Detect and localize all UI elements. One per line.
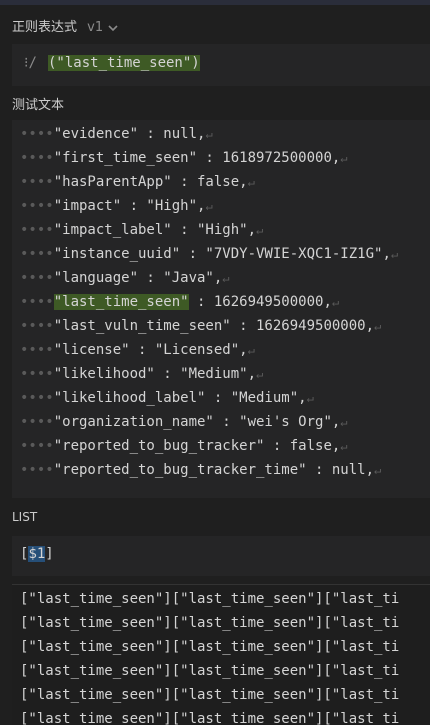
- test-section-header: 测试文本: [12, 94, 64, 113]
- line-text: "impact" : "High",: [53, 198, 206, 214]
- return-mark: ↵: [247, 175, 255, 189]
- return-mark: ↵: [306, 391, 314, 405]
- line-text: "evidence" : null,: [53, 126, 206, 142]
- return-mark: ↵: [222, 271, 230, 285]
- indent-dots: ••••: [20, 462, 54, 478]
- line-text: "reported_to_bug_tracker" : false,: [53, 438, 341, 454]
- return-mark: ↵: [340, 415, 348, 429]
- test-text-line: ••••"reported_to_bug_tracker" : false,↵: [20, 438, 348, 454]
- test-text-line: ••••"organization_name" : "wei's Org",↵: [20, 414, 348, 430]
- result-line: ["last_time_seen"]["last_time_seen"]["la…: [20, 615, 400, 631]
- test-text-line: ••••"impact_label" : "High",↵: [20, 222, 263, 238]
- return-mark: ↵: [374, 463, 382, 477]
- line-text: "last_vuln_time_seen" : 1626949500000,: [53, 318, 375, 334]
- indent-dots: ••••: [20, 438, 54, 454]
- top-border: [0, 0, 430, 5]
- list-section-title: LIST: [12, 510, 38, 524]
- match-highlight: "last_time_seen": [53, 294, 189, 310]
- test-text-editor[interactable]: ••••"evidence" : null,↵ ••••"first_time_s…: [12, 120, 430, 498]
- version-selector[interactable]: v1: [87, 20, 119, 35]
- list-results: ["last_time_seen"]["last_time_seen"]["la…: [12, 584, 430, 725]
- template-text: [$1]: [20, 546, 54, 562]
- test-text-line: ••••"hasParentApp" : false,↵: [20, 174, 255, 190]
- template-token: $1: [28, 546, 46, 562]
- list-template-input[interactable]: [$1]: [12, 536, 430, 576]
- result-line: ["last_time_seen"]["last_time_seen"]["la…: [20, 687, 400, 703]
- line-text: "organization_name" : "wei's Org",: [53, 414, 341, 430]
- indent-dots: ••••: [20, 174, 54, 190]
- indent-dots: ••••: [20, 318, 54, 334]
- version-label: v1: [87, 20, 104, 35]
- regex-input[interactable]: ⁝/ ("last_time_seen"): [12, 44, 430, 86]
- test-text-line: ••••"license" : "Licensed",↵: [20, 342, 255, 358]
- line-text: "first_time_seen" : 1618972500000,: [53, 150, 341, 166]
- test-text-line: ••••"impact" : "High",↵: [20, 198, 213, 214]
- line-rest: : 1626949500000,: [188, 294, 332, 310]
- line-text: "instance_uuid" : "7VDY-VWIE-XQC1-IZ1G",: [53, 246, 391, 262]
- test-text-line: ••••"language" : "Java",↵: [20, 270, 230, 286]
- indent-dots: ••••: [20, 246, 54, 262]
- return-mark: ↵: [205, 127, 213, 141]
- test-text-line: ••••"instance_uuid" : "7VDY-VWIE-XQC1-IZ…: [20, 246, 398, 262]
- chevron-down-icon: [108, 24, 118, 31]
- return-mark: ↵: [340, 151, 348, 165]
- indent-dots: ••••: [20, 366, 54, 382]
- regex-section-title: 正则表达式: [12, 20, 78, 35]
- return-mark: ↵: [256, 223, 264, 237]
- return-mark: ↵: [247, 343, 255, 357]
- test-text-line: ••••"likelihood" : "Medium",↵: [20, 366, 263, 382]
- indent-dots: ••••: [20, 294, 54, 310]
- test-text-line: ••••"first_time_seen" : 1618972500000,↵: [20, 150, 348, 166]
- template-close-bracket: ]: [45, 546, 54, 562]
- test-text-line: ••••"reported_to_bug_tracker_time" : nul…: [20, 462, 381, 478]
- test-section-title: 测试文本: [12, 98, 65, 113]
- indent-dots: ••••: [20, 150, 54, 166]
- indent-dots: ••••: [20, 342, 54, 358]
- result-line: ["last_time_seen"]["last_time_seen"]["la…: [20, 663, 400, 679]
- test-text-line: ••••"last_vuln_time_seen" : 162694950000…: [20, 318, 381, 334]
- return-mark: ↵: [374, 319, 382, 333]
- line-text: "language" : "Java",: [53, 270, 223, 286]
- regex-section-header: 正则表达式 v1: [12, 16, 119, 35]
- line-text: "likelihood" : "Medium",: [53, 366, 257, 382]
- line-text: "impact_label" : "High",: [53, 222, 257, 238]
- line-text: "likelihood_label" : "Medium",: [53, 390, 307, 406]
- line-text: "reported_to_bug_tracker_time" : null,: [53, 462, 375, 478]
- indent-dots: ••••: [20, 414, 54, 430]
- regex-pattern: ("last_time_seen"): [48, 55, 200, 71]
- indent-dots: ••••: [20, 126, 54, 142]
- result-line: ["last_time_seen"]["last_time_seen"]["la…: [20, 591, 400, 607]
- return-mark: ↵: [256, 367, 264, 381]
- test-text-line: ••••"last_time_seen" : 1626949500000,↵: [20, 294, 339, 310]
- return-mark: ↵: [331, 295, 340, 309]
- return-mark: ↵: [205, 199, 213, 213]
- result-line: ["last_time_seen"]["last_time_seen"]["la…: [20, 639, 400, 655]
- list-section-header: LIST: [12, 510, 37, 524]
- indent-dots: ••••: [20, 198, 54, 214]
- return-mark: ↵: [390, 247, 399, 261]
- indent-dots: ••••: [20, 222, 54, 238]
- regex-prefix: ⁝/: [24, 55, 37, 71]
- indent-dots: ••••: [20, 390, 54, 406]
- indent-dots: ••••: [20, 270, 54, 286]
- test-text-line: ••••"evidence" : null,↵: [20, 126, 213, 142]
- line-text: "license" : "Licensed",: [53, 342, 248, 358]
- line-text: "hasParentApp" : false,: [53, 174, 248, 190]
- result-line: ["last_time_seen"]["last_time_seen"]["la…: [20, 711, 400, 725]
- return-mark: ↵: [340, 439, 348, 453]
- test-text-line: ••••"likelihood_label" : "Medium",↵: [20, 390, 314, 406]
